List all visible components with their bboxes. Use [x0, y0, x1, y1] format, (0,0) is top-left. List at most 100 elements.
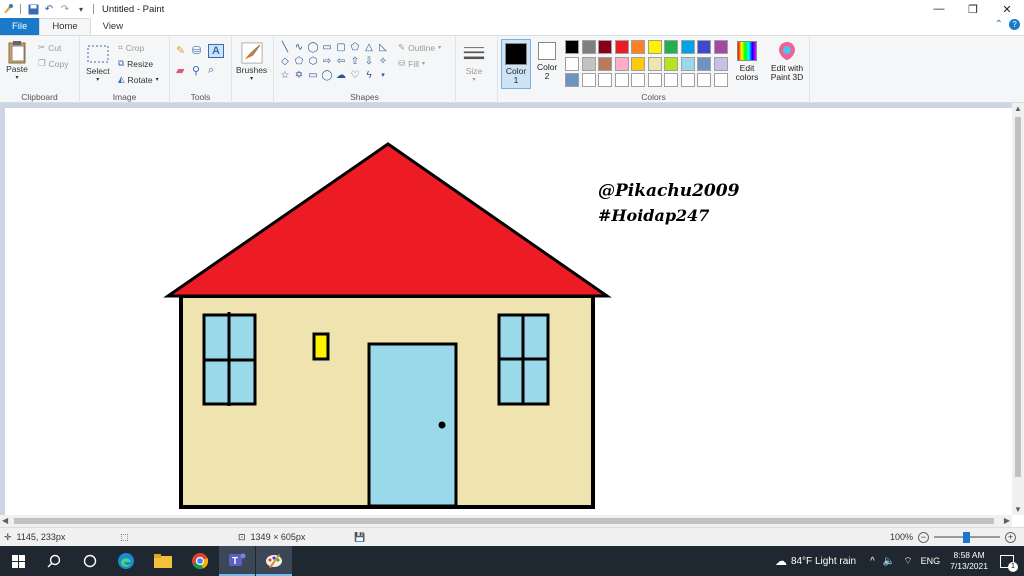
six-point-star-shape-icon[interactable]: ✡ — [292, 69, 306, 83]
rotate-button[interactable]: ◭ Rotate ▾ — [118, 74, 159, 85]
paint-taskbar-icon[interactable] — [256, 546, 292, 576]
palette-swatch[interactable] — [697, 56, 711, 71]
palette-swatch[interactable] — [581, 73, 596, 87]
start-button[interactable] — [0, 546, 36, 576]
lightning-shape-icon[interactable]: ϟ — [362, 69, 376, 83]
crop-button[interactable]: ⌗ Crop — [118, 42, 144, 53]
language-indicator[interactable]: ENG — [921, 556, 941, 566]
task-view-icon[interactable] — [72, 546, 108, 576]
callout-cloud-shape-icon[interactable]: ☁ — [334, 69, 348, 83]
zoom-in-icon[interactable]: + — [1005, 531, 1017, 543]
palette-swatch[interactable] — [664, 40, 678, 54]
hexagon-shape-icon[interactable]: ⬡ — [306, 55, 320, 69]
four-point-star-shape-icon[interactable]: ✧ — [376, 55, 390, 69]
outline-button[interactable]: ✎ Outline ▾ — [398, 42, 441, 53]
palette-swatch[interactable] — [614, 40, 629, 54]
edge-icon[interactable] — [108, 546, 144, 576]
palette-swatch[interactable] — [581, 56, 596, 71]
cut-button[interactable]: ✂ Cut — [38, 42, 61, 53]
pencil-icon[interactable]: ✎ — [176, 44, 192, 58]
palette-swatch[interactable] — [614, 73, 629, 87]
paint-app-icon[interactable] — [2, 3, 14, 15]
clock[interactable]: 8:58 AM 7/13/2021 — [950, 550, 988, 572]
zoom-slider[interactable] — [934, 532, 1001, 543]
select-button[interactable]: Select ▾ — [86, 42, 110, 83]
palette-swatch[interactable] — [647, 40, 662, 54]
weather-icon[interactable]: ☁ — [775, 554, 787, 568]
callout-rect-shape-icon[interactable]: ▭ — [306, 69, 320, 83]
undo-icon[interactable]: ↶ — [43, 3, 55, 15]
fill-button[interactable]: ⛁ Fill ▾ — [398, 58, 425, 69]
palette-swatch[interactable] — [614, 56, 629, 71]
shapes-more-icon[interactable]: ▾ — [376, 69, 390, 83]
palette-swatch[interactable] — [680, 40, 695, 54]
close-button[interactable]: ✕ — [990, 0, 1024, 18]
color1-button[interactable]: Color 1 — [501, 39, 531, 89]
eraser-icon[interactable]: ▰ — [176, 64, 192, 77]
redo-icon[interactable]: ↷ — [59, 3, 71, 15]
five-point-star-shape-icon[interactable]: ☆ — [278, 69, 292, 83]
diamond-shape-icon[interactable]: ◇ — [278, 55, 292, 69]
resize-button[interactable]: ⧉ Resize — [118, 58, 153, 69]
notification-center[interactable]: 1 — [1000, 554, 1018, 572]
scroll-left-icon[interactable]: ◀ — [2, 516, 8, 525]
polygon-shape-icon[interactable]: ⬠ — [348, 41, 362, 55]
color2-button[interactable]: Color 2 — [534, 42, 560, 81]
up-arrow-shape-icon[interactable]: ⇧ — [348, 55, 362, 69]
magnifier-icon[interactable]: ⌕ — [208, 64, 224, 77]
palette-swatch[interactable] — [697, 40, 711, 54]
tab-view[interactable]: View — [91, 18, 135, 35]
palette-swatch[interactable] — [680, 56, 695, 71]
size-button[interactable]: Size ▾ — [463, 42, 485, 83]
paste-button[interactable]: Paste ▾ — [6, 40, 28, 81]
tab-home[interactable]: Home — [39, 18, 91, 35]
down-arrow-shape-icon[interactable]: ⇩ — [362, 55, 376, 69]
minimize-button[interactable]: — — [922, 0, 956, 18]
show-hidden-icons[interactable]: ^ — [870, 556, 875, 567]
palette-swatch[interactable] — [664, 73, 678, 87]
restore-button[interactable]: ❐ — [956, 0, 990, 18]
brushes-button[interactable]: Brushes ▾ — [236, 41, 267, 82]
teams-icon[interactable]: T — [219, 546, 255, 576]
palette-swatch[interactable] — [631, 73, 645, 87]
palette-swatch[interactable] — [697, 73, 711, 87]
scroll-up-icon[interactable]: ▲ — [1014, 104, 1022, 113]
vertical-scrollbar[interactable]: ▲ ▼ — [1012, 103, 1024, 515]
palette-swatch[interactable] — [631, 56, 645, 71]
file-explorer-icon[interactable] — [145, 546, 181, 576]
network-icon[interactable]: ⌔ — [903, 555, 912, 568]
palette-swatch[interactable] — [713, 40, 728, 54]
right-arrow-shape-icon[interactable]: ⇨ — [320, 55, 334, 69]
palette-swatch[interactable] — [565, 40, 579, 54]
customize-quick-access-icon[interactable]: ▾ — [75, 3, 87, 15]
vertical-scroll-thumb[interactable] — [1015, 117, 1021, 477]
save-icon[interactable] — [27, 3, 39, 15]
scroll-right-icon[interactable]: ▶ — [1004, 516, 1010, 525]
palette-swatch[interactable] — [713, 56, 728, 71]
triangle-shape-icon[interactable]: △ — [362, 41, 376, 55]
palette-swatch[interactable] — [647, 56, 662, 71]
help-icon[interactable]: ? — [1009, 19, 1020, 30]
oval-shape-icon[interactable]: ◯ — [306, 41, 320, 55]
search-icon[interactable] — [36, 546, 72, 576]
copy-button[interactable]: ❐ Copy — [38, 58, 68, 69]
left-arrow-shape-icon[interactable]: ⇦ — [334, 55, 348, 69]
rounded-rectangle-shape-icon[interactable]: ▢ — [334, 41, 348, 55]
drawing-canvas[interactable]: @Pikachu2009 #Hoidap247 — [5, 108, 1012, 515]
text-tool-icon[interactable]: A — [208, 44, 224, 58]
heart-shape-icon[interactable]: ♡ — [348, 69, 362, 83]
edit-colors-button[interactable]: Edit colors — [732, 41, 762, 82]
horizontal-scroll-thumb[interactable] — [14, 518, 994, 524]
palette-swatch[interactable] — [598, 56, 612, 71]
pentagon-shape-icon[interactable]: ⬠ — [292, 55, 306, 69]
collapse-ribbon-icon[interactable]: ⌃ — [995, 19, 1003, 30]
curve-shape-icon[interactable]: ∿ — [292, 41, 306, 55]
scroll-down-icon[interactable]: ▼ — [1014, 505, 1022, 514]
color-picker-icon[interactable]: ⚲ — [192, 64, 208, 77]
callout-oval-shape-icon[interactable]: ◯ — [320, 69, 334, 83]
palette-swatch[interactable] — [631, 40, 645, 54]
palette-swatch[interactable] — [581, 40, 596, 54]
line-shape-icon[interactable]: ╲ — [278, 41, 292, 55]
palette-swatch[interactable] — [598, 73, 612, 87]
edit-paint3d-button[interactable]: Edit with Paint 3D — [766, 41, 808, 82]
